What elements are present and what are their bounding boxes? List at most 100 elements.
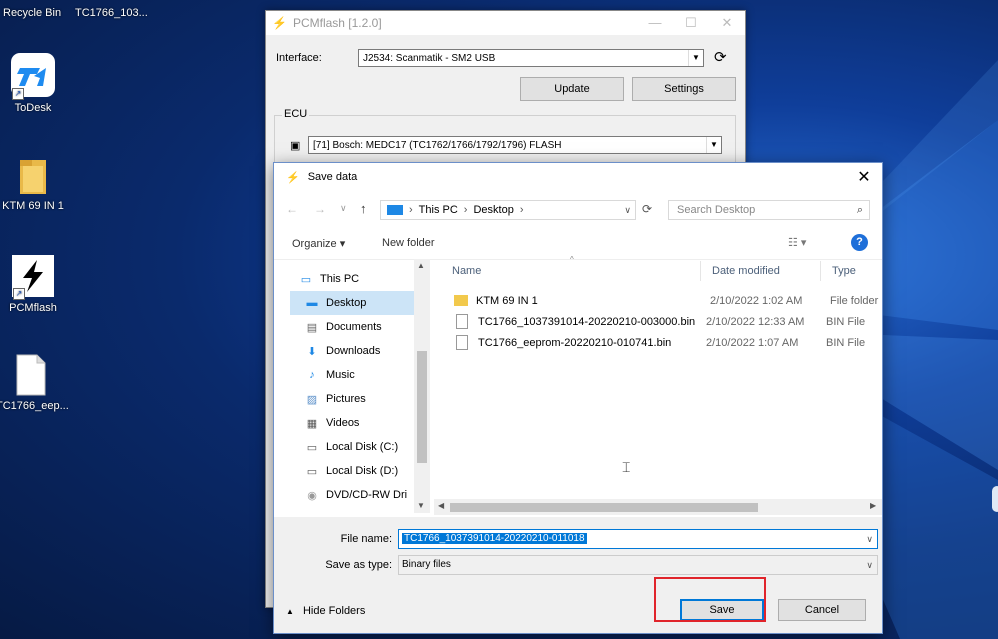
nav-item-desktop[interactable]: ▬ Desktop xyxy=(290,291,414,315)
dialog-title: Save data xyxy=(307,171,358,183)
command-bar: Organize ▾ New folder ☷ ▾ ? xyxy=(274,233,882,255)
scroll-left-icon[interactable]: ◀ xyxy=(438,501,444,510)
pcmflash-titlebar[interactable]: ⚡ PCMflash [1.2.0] — ☐ ✕ xyxy=(266,11,745,35)
mouse-cursor-icon: ⌶ xyxy=(622,459,631,475)
hide-folders-label: Hide Folders xyxy=(302,605,366,617)
downloads-icon: ⬇ xyxy=(307,345,317,358)
recent-chevron-icon[interactable]: ∨ xyxy=(340,203,347,214)
desktop-icon-ktm-folder[interactable]: KTM 69 IN 1 xyxy=(0,156,68,212)
nav-item-label: Downloads xyxy=(326,345,381,357)
refresh-icon[interactable]: ⟳ xyxy=(642,202,652,216)
partially-hidden-window-edge xyxy=(992,486,998,512)
file-list-horizontal-scrollbar[interactable]: ◀ ▶ xyxy=(434,499,882,515)
forward-arrow-icon[interactable]: → xyxy=(314,202,326,216)
scrollbar-thumb[interactable] xyxy=(450,503,758,512)
close-icon[interactable]: ✕ xyxy=(709,15,745,31)
scroll-right-icon[interactable]: ▶ xyxy=(870,501,876,510)
file-row-bin-2[interactable]: TC1766_eeprom-20220210-010741.bin 2/10/2… xyxy=(436,332,882,353)
breadcrumb-this-pc[interactable]: This PC xyxy=(419,204,458,216)
dialog-titlebar[interactable]: ⚡ Save data ✕ xyxy=(274,163,882,191)
highlight-annotation-box xyxy=(654,577,766,622)
search-input[interactable]: Search Desktop ⌕ xyxy=(668,200,870,220)
computer-icon: ▭ xyxy=(300,273,312,286)
up-arrow-icon[interactable]: ↑ xyxy=(360,201,367,216)
todesk-icon: ↗ xyxy=(10,52,56,100)
close-icon[interactable]: ✕ xyxy=(846,167,882,187)
chevron-down-icon[interactable]: ∨ xyxy=(624,205,631,216)
nav-item-downloads[interactable]: ⬇ Downloads xyxy=(290,339,414,363)
save-data-dialog[interactable]: ⚡ Save data ✕ ← → ∨ ↑ › This PC › Deskto… xyxy=(273,162,883,634)
refresh-icon[interactable]: ⟳ xyxy=(714,48,727,66)
file-list[interactable]: ^ Name Date modified Type KTM 69 IN 1 2/… xyxy=(436,255,882,513)
file-row-ktm-folder[interactable]: KTM 69 IN 1 2/10/2022 1:02 AM File folde… xyxy=(436,290,882,311)
breadcrumb-desktop[interactable]: Desktop xyxy=(473,204,513,216)
navigation-scrollbar[interactable]: ▲ ▼ xyxy=(414,259,430,513)
desktop-icon-label: KTM 69 IN 1 xyxy=(2,200,64,212)
view-options-icon[interactable]: ☷ ▾ xyxy=(788,236,806,249)
settings-button[interactable]: Settings xyxy=(632,77,736,101)
file-row-bin-1[interactable]: TC1766_1037391014-20220210-003000.bin 2/… xyxy=(436,311,882,332)
scrollbar-thumb[interactable] xyxy=(417,351,427,463)
nav-item-local-disk-c[interactable]: ▭ Local Disk (C:) xyxy=(290,435,414,459)
column-header-date[interactable]: Date modified xyxy=(712,265,780,277)
file-name: TC1766_1037391014-20220210-003000.bin xyxy=(478,315,696,328)
desktop-icon-label: PCMflash xyxy=(9,302,57,314)
pcmflash-app-icon: ⚡ xyxy=(272,16,287,30)
file-name-input[interactable]: TC1766_1037391014-20220210-011018 ∨ xyxy=(398,529,878,549)
column-header-type[interactable]: Type xyxy=(832,265,856,277)
maximize-icon[interactable]: ☐ xyxy=(673,15,709,31)
nav-item-dvd-drive[interactable]: ◉ DVD/CD-RW Dri xyxy=(290,483,414,507)
chevron-down-icon: ▼ xyxy=(688,50,703,66)
folder-icon xyxy=(17,156,49,196)
desktop-file-label[interactable]: TC1766_103... xyxy=(75,7,148,19)
nav-item-music[interactable]: ♪ Music xyxy=(290,363,414,387)
nav-item-label: Documents xyxy=(326,321,382,333)
folder-icon xyxy=(454,295,468,306)
address-bar[interactable]: › This PC › Desktop › ∨ xyxy=(380,200,636,220)
back-arrow-icon[interactable]: ← xyxy=(286,202,298,216)
interface-select[interactable]: J2534: Scanmatik - SM2 USB ▼ xyxy=(358,49,704,67)
interface-label: Interface: xyxy=(276,52,322,64)
pictures-icon: ▨ xyxy=(306,393,318,406)
chip-icon[interactable]: ▣ xyxy=(290,139,300,152)
desktop-icon-eeprom-file[interactable]: TC1766_eep... xyxy=(0,354,69,412)
videos-icon: ▦ xyxy=(306,417,318,430)
organize-button[interactable]: Organize ▾ xyxy=(292,237,345,250)
recycle-bin-label[interactable]: Recycle Bin xyxy=(3,7,61,19)
nav-item-videos[interactable]: ▦ Videos xyxy=(290,411,414,435)
update-button[interactable]: Update xyxy=(520,77,624,101)
nav-item-documents[interactable]: ▤ Documents xyxy=(290,315,414,339)
desktop-icon-todesk[interactable]: ↗ ToDesk xyxy=(0,52,68,114)
monitor-icon xyxy=(387,205,403,215)
hide-folders-button[interactable]: ▲ Hide Folders xyxy=(286,605,365,617)
desktop-icon: ▬ xyxy=(306,297,318,309)
nav-item-local-disk-d[interactable]: ▭ Local Disk (D:) xyxy=(290,459,414,483)
music-icon: ♪ xyxy=(309,369,315,381)
file-date: 2/10/2022 12:33 AM xyxy=(706,315,805,328)
new-folder-button[interactable]: New folder xyxy=(382,237,435,249)
chevron-down-icon: ∨ xyxy=(866,560,873,570)
documents-icon: ▤ xyxy=(306,321,318,334)
pcmflash-icon: ↗ xyxy=(11,254,55,300)
navigation-pane[interactable]: ▭ This PC ▬ Desktop ▤ Documents ⬇ Downlo… xyxy=(290,267,414,513)
chevron-down-icon[interactable]: ∨ xyxy=(866,530,873,548)
nav-item-this-pc[interactable]: ▭ This PC xyxy=(290,267,414,291)
help-icon[interactable]: ? xyxy=(851,234,868,251)
nav-item-label: Local Disk (C:) xyxy=(326,441,399,453)
sort-indicator-icon: ^ xyxy=(570,255,574,264)
column-divider xyxy=(700,261,701,281)
minimize-icon[interactable]: — xyxy=(637,15,673,31)
cancel-button[interactable]: Cancel xyxy=(778,599,866,621)
column-header-name[interactable]: Name xyxy=(452,265,481,277)
scroll-down-icon[interactable]: ▼ xyxy=(417,501,425,510)
nav-item-label: Pictures xyxy=(326,393,366,405)
nav-item-pictures[interactable]: ▨ Pictures xyxy=(290,387,414,411)
ecu-group-label: ECU xyxy=(282,108,310,120)
interface-value: J2534: Scanmatik - SM2 USB xyxy=(363,53,496,64)
ecu-select[interactable]: [71] Bosch: MEDC17 (TC1762/1766/1792/179… xyxy=(308,136,722,154)
desktop-icon-pcmflash[interactable]: ↗ PCMflash xyxy=(0,254,68,314)
scroll-up-icon[interactable]: ▲ xyxy=(417,261,425,270)
save-options-panel: File name: TC1766_1037391014-20220210-01… xyxy=(274,517,882,633)
save-as-type-select[interactable]: Binary files ∨ xyxy=(398,555,878,575)
file-name-value: TC1766_1037391014-20220210-011018 xyxy=(402,533,587,544)
